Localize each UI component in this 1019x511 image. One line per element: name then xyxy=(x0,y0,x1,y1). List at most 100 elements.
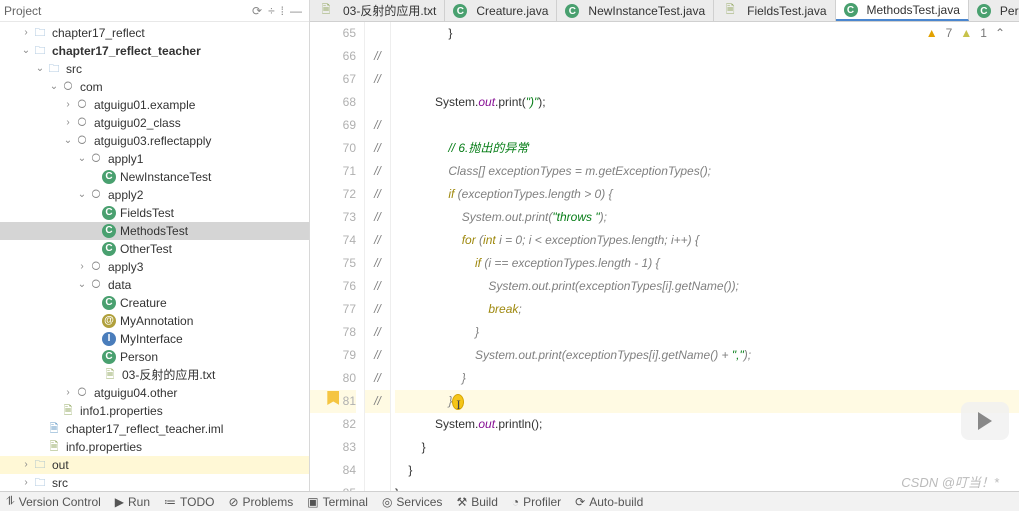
code-line[interactable]: } xyxy=(395,367,1019,390)
code-line[interactable]: } xyxy=(395,321,1019,344)
tree-node[interactable]: ⌄🞅data xyxy=(0,276,309,294)
line-number[interactable]: 76 xyxy=(310,275,356,298)
expand-arrow-icon[interactable]: ⌄ xyxy=(48,78,60,96)
editor-tabs[interactable]: 🗎03-反射的应用.txtCCreature.javaCNewInstanceT… xyxy=(310,0,1019,22)
line-number[interactable]: 70 xyxy=(310,137,356,160)
code-line[interactable]: System.out.println(); xyxy=(395,413,1019,436)
tree-node[interactable]: ›🞅atguigu02_class xyxy=(0,114,309,132)
tree-node[interactable]: CCreature xyxy=(0,294,309,312)
tree-node[interactable]: 🗎info.properties xyxy=(0,438,309,456)
expand-arrow-icon[interactable]: ⌄ xyxy=(20,42,32,60)
editor-tab[interactable]: 🗎FieldsTest.java xyxy=(714,0,835,21)
code-line[interactable]: } xyxy=(395,22,1019,45)
tree-node[interactable]: @MyAnnotation xyxy=(0,312,309,330)
statusbar-svc[interactable]: ◎Services xyxy=(382,495,443,509)
line-number[interactable]: 67 xyxy=(310,68,356,91)
line-number[interactable]: 72 xyxy=(310,183,356,206)
line-number[interactable]: 77 xyxy=(310,298,356,321)
expand-arrow-icon[interactable]: ⌄ xyxy=(34,60,46,78)
line-number[interactable]: 81 xyxy=(310,390,356,413)
expand-arrow-icon[interactable]: ⌄ xyxy=(62,132,74,150)
line-number[interactable]: 66 xyxy=(310,45,356,68)
code-line[interactable] xyxy=(395,68,1019,91)
tree-node[interactable]: ›🞅atguigu01.example xyxy=(0,96,309,114)
code-line[interactable]: System.out.print("throws "); xyxy=(395,206,1019,229)
tree-node[interactable]: CNewInstanceTest xyxy=(0,168,309,186)
line-number[interactable]: 71 xyxy=(310,160,356,183)
code-line[interactable]: } xyxy=(395,459,1019,482)
statusbar-run[interactable]: ▶Run xyxy=(115,495,150,509)
fold-gutter[interactable]: ////////////////////////////// xyxy=(365,22,391,491)
line-number[interactable]: 75 xyxy=(310,252,356,275)
expand-arrow-icon[interactable]: › xyxy=(20,24,32,42)
expand-arrow-icon[interactable]: › xyxy=(76,258,88,276)
tree-node[interactable]: 🗎03-反射的应用.txt xyxy=(0,366,309,384)
settings-dropdown-icon[interactable]: ⁞ xyxy=(281,4,284,18)
tree-node[interactable]: ⌄🞅apply1 xyxy=(0,150,309,168)
editor-tab[interactable]: CCreature.java xyxy=(445,0,557,21)
line-number[interactable]: 68 xyxy=(310,91,356,114)
code-line[interactable]: System.out.print(")"); xyxy=(395,91,1019,114)
code-content[interactable]: } System.out.print(")"); // 6.抛出的异常 Clas… xyxy=(391,22,1019,491)
tree-node[interactable]: IMyInterface xyxy=(0,330,309,348)
tree-node[interactable]: ›🞅apply3 xyxy=(0,258,309,276)
collapse-icon[interactable]: ÷ xyxy=(268,4,275,18)
tree-node[interactable]: ⌄🗀src xyxy=(0,60,309,78)
line-number[interactable]: 84 xyxy=(310,459,356,482)
line-gutter[interactable]: 65666768697071727374757677787980 8182838… xyxy=(310,22,365,491)
line-number[interactable]: 78 xyxy=(310,321,356,344)
tree-node[interactable]: ⌄🞅com xyxy=(0,78,309,96)
line-number[interactable]: 65 xyxy=(310,22,356,45)
editor-tab[interactable]: CPerson.java xyxy=(969,0,1019,21)
expand-arrow-icon[interactable]: ⌄ xyxy=(76,150,88,168)
tree-node[interactable]: ⌄🞅apply2 xyxy=(0,186,309,204)
statusbar-todo[interactable]: ≔TODO xyxy=(164,495,214,509)
code-line[interactable]: if (i == exceptionTypes.length - 1) { xyxy=(395,252,1019,275)
tree-node[interactable]: ›🗀src xyxy=(0,474,309,491)
line-number[interactable]: 83 xyxy=(310,436,356,459)
code-line[interactable]: System.out.print(exceptionTypes[i].getNa… xyxy=(395,344,1019,367)
code-line[interactable] xyxy=(395,45,1019,68)
line-number[interactable]: 74 xyxy=(310,229,356,252)
editor-tab[interactable]: CMethodsTest.java xyxy=(836,0,969,21)
code-editor[interactable]: ▲7 ▲1 ⌃ 65666768697071727374757677787980… xyxy=(310,22,1019,491)
tree-node[interactable]: CFieldsTest xyxy=(0,204,309,222)
line-number[interactable]: 82 xyxy=(310,413,356,436)
editor-tab[interactable]: CNewInstanceTest.java xyxy=(557,0,714,21)
statusbar-prof[interactable]: ◔Profiler xyxy=(512,495,561,509)
line-number[interactable]: 79 xyxy=(310,344,356,367)
tree-node[interactable]: 🗎info1.properties xyxy=(0,402,309,420)
code-line[interactable]: if (exceptionTypes.length > 0) { xyxy=(395,183,1019,206)
code-line[interactable]: break; xyxy=(395,298,1019,321)
statusbar-auto[interactable]: ⟳Auto-build xyxy=(575,495,643,509)
expand-arrow-icon[interactable]: › xyxy=(62,114,74,132)
line-number[interactable]: 73 xyxy=(310,206,356,229)
line-number[interactable]: 85 xyxy=(310,482,356,491)
line-number[interactable]: 69 xyxy=(310,114,356,137)
code-line[interactable]: } xyxy=(395,482,1019,491)
tree-node[interactable]: CPerson xyxy=(0,348,309,366)
tree-node[interactable]: ›🗀chapter17_reflect xyxy=(0,24,309,42)
statusbar-build[interactable]: ⚒Build xyxy=(456,495,497,509)
expand-arrow-icon[interactable]: › xyxy=(62,96,74,114)
line-number[interactable]: 80 xyxy=(310,367,356,390)
code-line[interactable] xyxy=(395,114,1019,137)
statusbar-prob[interactable]: ⊘Problems xyxy=(228,495,293,509)
tree-node[interactable]: ›🞅atguigu04.other xyxy=(0,384,309,402)
editor-tab[interactable]: 🗎03-反射的应用.txt xyxy=(310,0,445,21)
tree-node[interactable]: CMethodsTest xyxy=(0,222,309,240)
code-line[interactable]: Class[] exceptionTypes = m.getExceptionT… xyxy=(395,160,1019,183)
refresh-icon[interactable]: ⟳ xyxy=(252,4,262,18)
tree-node[interactable]: ⌄🗀chapter17_reflect_teacher xyxy=(0,42,309,60)
project-tree[interactable]: ›🗀chapter17_reflect⌄🗀chapter17_reflect_t… xyxy=(0,22,309,491)
tree-node[interactable]: ⌄🞅atguigu03.reflectapply xyxy=(0,132,309,150)
expand-arrow-icon[interactable]: ⌄ xyxy=(76,276,88,294)
expand-arrow-icon[interactable]: ⌄ xyxy=(76,186,88,204)
code-line[interactable]: // 6.抛出的异常 xyxy=(395,137,1019,160)
statusbar-vcs[interactable]: ⥮Version Control xyxy=(6,494,101,509)
code-line[interactable]: } xyxy=(395,436,1019,459)
code-line[interactable]: } xyxy=(395,390,1019,413)
expand-arrow-icon[interactable]: › xyxy=(20,474,32,491)
expand-arrow-icon[interactable]: › xyxy=(20,456,32,474)
code-line[interactable]: for (int i = 0; i < exceptionTypes.lengt… xyxy=(395,229,1019,252)
